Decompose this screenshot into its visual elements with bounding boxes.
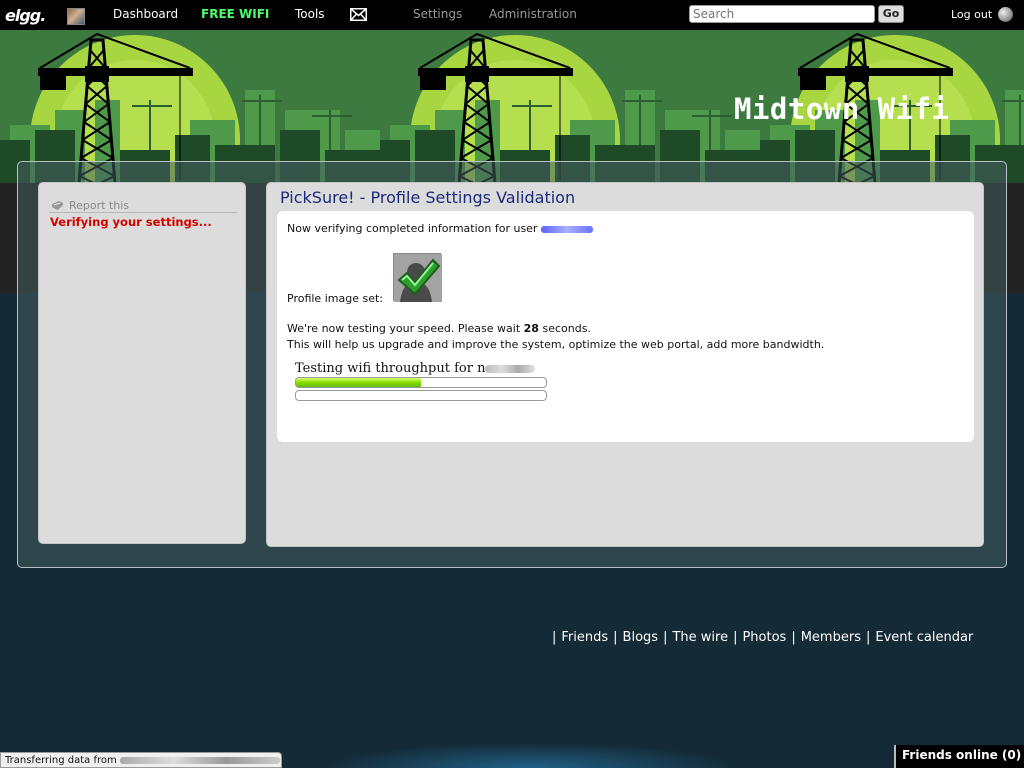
user-avatar[interactable]	[67, 8, 85, 25]
footer-link-photos[interactable]: Photos	[742, 630, 786, 645]
verifying-text: Now verifying completed information for …	[287, 222, 538, 235]
browser-status-bar: Transferring data from	[0, 752, 282, 768]
friends-online-button[interactable]: Friends online (0)	[894, 745, 1024, 768]
content-panel: PickSure! - Profile Settings Validation …	[266, 182, 984, 547]
logout-globe-icon[interactable]	[998, 7, 1013, 22]
administration-link[interactable]: Administration	[489, 7, 577, 21]
footer-glow	[320, 742, 740, 768]
throughput-label-line: Testing wifi throughput for n	[295, 361, 536, 376]
report-this-link[interactable]: Report this	[49, 199, 237, 213]
footer-link-friends[interactable]: Friends	[561, 630, 608, 645]
verifying-status: Verifying your settings...	[50, 215, 212, 229]
report-this-label: Report this	[69, 199, 130, 212]
footer-link-event-calendar[interactable]: Event calendar	[875, 630, 973, 645]
throughput-username: n	[477, 361, 486, 376]
progress-bar-1	[295, 377, 547, 388]
speed-text-before: We're now testing your speed. Please wai…	[287, 322, 521, 335]
footer-separator: |	[663, 630, 668, 645]
report-icon	[52, 201, 63, 210]
blurred-username	[485, 364, 536, 373]
throughput-text: Testing wifi throughput for	[295, 361, 473, 376]
top-toolbar: elgg. Dashboard FREE WIFI Tools Settings…	[0, 0, 1024, 30]
elgg-logo[interactable]: elgg.	[5, 6, 46, 25]
footer-links: | Friends | Blogs | The wire | Photos | Members | E…	[552, 630, 973, 645]
footer-link-blogs[interactable]: Blogs	[623, 630, 659, 645]
validation-box: Now verifying completed information for …	[277, 211, 974, 442]
footer-link-the-wire[interactable]: The wire	[672, 630, 728, 645]
progress-bar-2	[295, 390, 547, 401]
free-wifi-link[interactable]: FREE WIFI	[201, 7, 269, 21]
status-text: Transferring data from	[5, 755, 117, 766]
sidebar: Report this Verifying your settings...	[38, 182, 246, 544]
footer-separator: |	[733, 630, 738, 645]
speed-test-line: We're now testing your speed. Please wai…	[287, 322, 591, 335]
page-title: PickSure! - Profile Settings Validation	[280, 188, 576, 207]
mail-icon[interactable]	[350, 8, 367, 21]
redacted-username	[541, 225, 594, 233]
progress-bar-1-fill	[296, 378, 421, 387]
upgrade-text: This will help us upgrade and improve th…	[287, 338, 825, 351]
checkmark-icon	[394, 254, 442, 302]
footer-separator: |	[791, 630, 796, 645]
footer-separator: |	[613, 630, 618, 645]
verifying-line: Now verifying completed information for …	[287, 222, 594, 235]
logout-link[interactable]: Log out	[951, 8, 992, 21]
blurred-status-url	[119, 756, 280, 764]
search-go-button[interactable]: Go	[878, 5, 904, 23]
site-title[interactable]: Midtown Wifi	[734, 92, 950, 126]
speed-text-after: seconds.	[542, 322, 591, 335]
footer-link-members[interactable]: Members	[801, 630, 861, 645]
footer-separator: |	[552, 630, 557, 645]
dashboard-link[interactable]: Dashboard	[113, 7, 178, 21]
footer-separator: |	[865, 630, 871, 645]
tools-link[interactable]: Tools	[295, 7, 325, 21]
speed-seconds: 28	[523, 322, 539, 335]
search-input[interactable]	[689, 5, 875, 23]
settings-link[interactable]: Settings	[413, 7, 462, 21]
profile-image-checkmark	[393, 253, 442, 302]
profile-image-label: Profile image set:	[287, 292, 383, 305]
